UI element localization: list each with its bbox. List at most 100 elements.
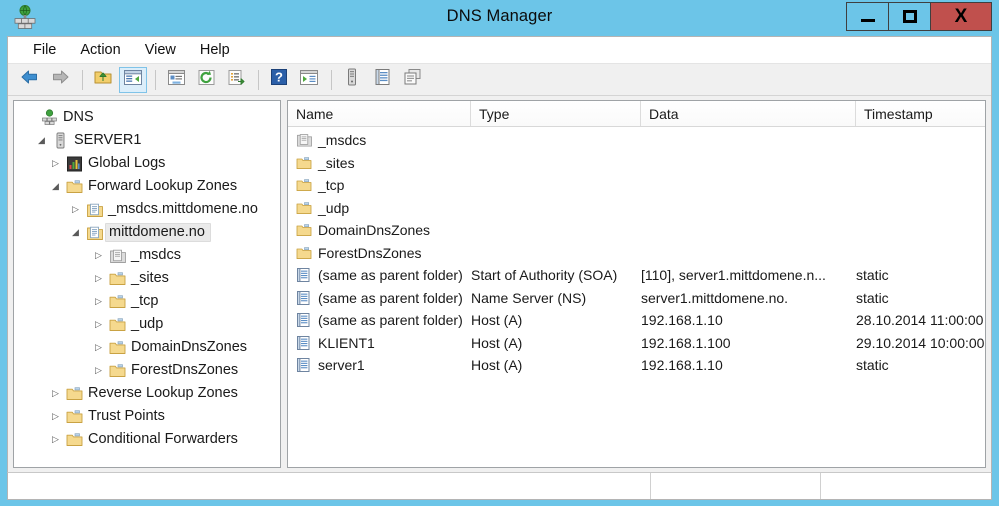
column-header-timestamp[interactable]: Timestamp	[856, 101, 985, 126]
cell-timestamp: static	[856, 357, 889, 374]
record-name: (same as parent folder)	[318, 289, 463, 306]
cell-name: _msdcs	[288, 132, 471, 148]
folder-icon	[107, 294, 127, 309]
new-zone-button[interactable]	[398, 67, 426, 93]
tree-row[interactable]: ▷ _msdcs.mittdomene.no	[14, 198, 280, 221]
cell-data: 192.168.1.10	[641, 357, 723, 374]
tree-twisty-collapsed[interactable]: ▷	[90, 296, 107, 307]
tree-twisty-collapsed[interactable]: ▷	[90, 365, 107, 376]
global-logs-icon	[64, 156, 84, 172]
table-row[interactable]: ForestDnsZones	[288, 242, 985, 265]
tree-twisty-collapsed[interactable]: ▷	[67, 204, 84, 215]
menu-view[interactable]: View	[133, 40, 188, 61]
tree-twisty-collapsed[interactable]: ▷	[90, 319, 107, 330]
record-name: (same as parent folder)	[318, 312, 463, 329]
dns-manager-window: DNS Manager X File Action View Help ? DN…	[0, 0, 999, 506]
server-button[interactable]	[338, 67, 366, 93]
tree-twisty-collapsed[interactable]: ▷	[90, 342, 107, 353]
tree-twisty-collapsed[interactable]: ▷	[47, 158, 64, 169]
tree-row[interactable]: ▷ Global Logs	[14, 152, 280, 175]
tree-row[interactable]: ▷ Trust Points	[14, 405, 280, 428]
records-list-pane[interactable]: Name Type Data Timestamp _msdcs _sites _…	[287, 100, 986, 468]
tree-row[interactable]: ▷ DomainDnsZones	[14, 336, 280, 359]
column-header-type[interactable]: Type	[471, 101, 641, 126]
table-row[interactable]: (same as parent folder) Name Server (NS)…	[288, 287, 985, 310]
properties-button[interactable]	[162, 67, 190, 93]
menu-file[interactable]: File	[21, 40, 68, 61]
tree-row[interactable]: ◢ Forward Lookup Zones	[14, 175, 280, 198]
record-name: KLIENT1	[318, 334, 375, 351]
status-pane-main	[8, 473, 651, 499]
table-row[interactable]: (same as parent folder) Start of Authori…	[288, 264, 985, 287]
table-row[interactable]: _tcp	[288, 174, 985, 197]
folder-icon	[64, 432, 84, 447]
tree-row[interactable]: ▷ _udp	[14, 313, 280, 336]
minimize-button[interactable]	[846, 2, 889, 31]
cell-name: _udp	[288, 200, 471, 216]
tree-item-label: Reverse Lookup Zones	[88, 385, 238, 401]
tree-twisty-collapsed[interactable]: ▷	[47, 411, 64, 422]
record-name: ForestDnsZones	[318, 244, 422, 261]
folder-icon	[107, 271, 127, 286]
cell-data: server1.mittdomene.no.	[641, 289, 789, 306]
tree-row[interactable]: ▷ _msdcs	[14, 244, 280, 267]
export-list-icon	[227, 69, 246, 91]
tree-twisty-collapsed[interactable]: ▷	[47, 388, 64, 399]
help-button[interactable]: ?	[265, 67, 293, 93]
tree-row[interactable]: ▷ _sites	[14, 267, 280, 290]
tree-row[interactable]: ▷ Reverse Lookup Zones	[14, 382, 280, 405]
table-row[interactable]: DomainDnsZones	[288, 219, 985, 242]
tree-item-label: SERVER1	[74, 132, 142, 148]
close-icon: X	[954, 6, 968, 27]
record-list-button[interactable]	[368, 67, 396, 93]
tree-twisty-expanded[interactable]: ◢	[47, 181, 64, 192]
menu-help[interactable]: Help	[188, 40, 242, 61]
delegation-icon	[107, 248, 127, 264]
forward-button[interactable]	[46, 67, 74, 93]
client-area: File Action View Help ? DNS ◢ SERVER1 ▷ …	[7, 36, 992, 472]
tree-twisty-expanded[interactable]: ◢	[33, 135, 50, 146]
cell-name: _tcp	[288, 177, 471, 193]
menu-action[interactable]: Action	[68, 40, 132, 61]
maximize-icon	[902, 10, 917, 23]
export-list-button[interactable]	[222, 67, 250, 93]
record-name: _msdcs	[318, 132, 367, 149]
table-row[interactable]: (same as parent folder) Host (A) 192.168…	[288, 309, 985, 332]
column-header-data[interactable]: Data	[641, 101, 856, 126]
tree-twisty-collapsed[interactable]: ▷	[47, 434, 64, 445]
tree-row[interactable]: ▷ ForestDnsZones	[14, 359, 280, 382]
tree-row[interactable]: ▷ _tcp	[14, 290, 280, 313]
show-action-pane-button[interactable]	[295, 67, 323, 93]
tree-item-label: ForestDnsZones	[131, 362, 239, 378]
list-header: Name Type Data Timestamp	[288, 101, 985, 127]
up-folder-button[interactable]	[89, 67, 117, 93]
tree-twisty-collapsed[interactable]: ▷	[90, 273, 107, 284]
tree-row[interactable]: DNS	[14, 106, 280, 129]
folder-icon	[107, 317, 127, 332]
refresh-button[interactable]	[192, 67, 220, 93]
table-row[interactable]: _msdcs	[288, 129, 985, 152]
console-tree-pane[interactable]: DNS ◢ SERVER1 ▷ Global Logs ◢ Forward Lo…	[13, 100, 281, 468]
back-button[interactable]	[16, 67, 44, 93]
cell-name: DomainDnsZones	[288, 222, 471, 238]
table-row[interactable]: KLIENT1 Host (A) 192.168.1.100 29.10.201…	[288, 332, 985, 355]
table-row[interactable]: _sites	[288, 152, 985, 175]
column-header-name[interactable]: Name	[288, 101, 471, 126]
tree-row[interactable]: ◢ SERVER1	[14, 129, 280, 152]
table-row[interactable]: _udp	[288, 197, 985, 220]
list-body: _msdcs _sites _tcp _udp DomainDnsZones F…	[288, 127, 985, 467]
record-name: _tcp	[318, 177, 345, 194]
cell-type: Host (A)	[471, 334, 523, 351]
tree-row[interactable]: ▷ Conditional Forwarders	[14, 428, 280, 451]
tree-item-label: Global Logs	[88, 155, 166, 171]
cell-data: [110], server1.mittdomene.n...	[641, 267, 826, 284]
close-button[interactable]: X	[930, 2, 992, 31]
show-tree-pane-button[interactable]	[119, 66, 147, 93]
table-row[interactable]: server1 Host (A) 192.168.1.10 static	[288, 354, 985, 377]
cell-name: ForestDnsZones	[288, 245, 471, 261]
show-tree-pane-icon	[123, 69, 143, 91]
tree-twisty-expanded[interactable]: ◢	[67, 227, 84, 238]
maximize-button[interactable]	[888, 2, 931, 31]
tree-row-selected[interactable]: ◢ mittdomene.no	[14, 221, 280, 244]
tree-twisty-collapsed[interactable]: ▷	[90, 250, 107, 261]
